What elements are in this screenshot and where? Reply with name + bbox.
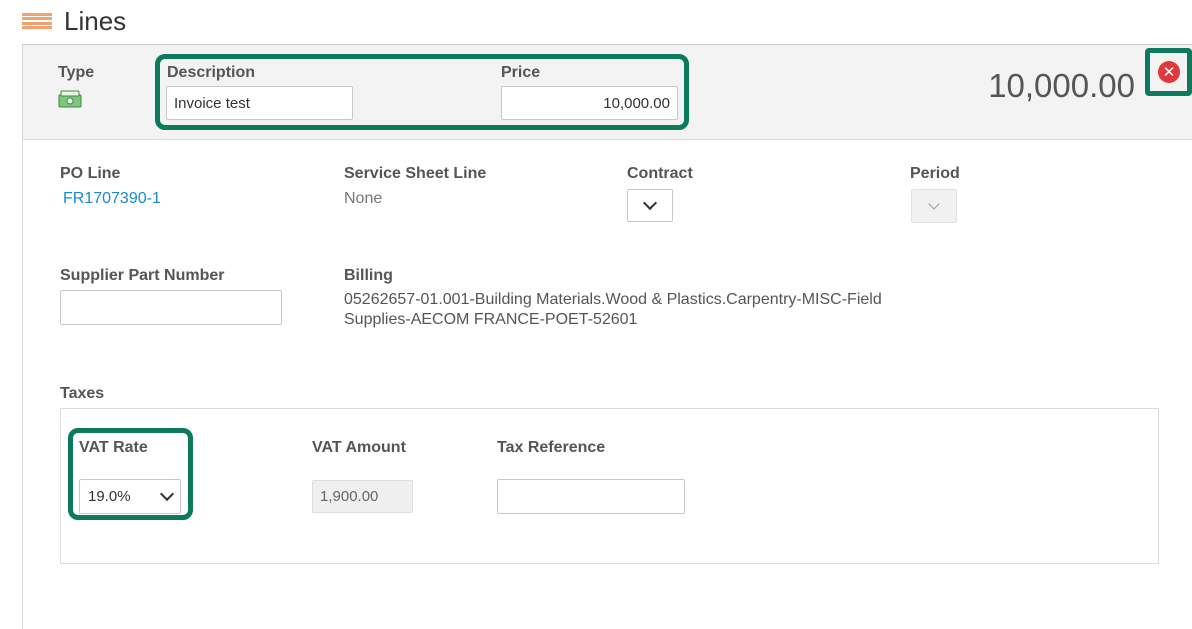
type-label: Type [58,64,95,81]
billing-label: Billing [344,267,393,284]
service-sheet-value: None [344,190,383,207]
billing-line-2: Supplies-AECOM FRANCE-POET-52601 [344,311,638,328]
lines-section-header: Lines [22,4,126,38]
highlight-remove-button [1145,48,1192,96]
supplier-part-label: Supplier Part Number [60,267,225,284]
chevron-down-icon [928,197,940,210]
section-title: Lines [64,5,127,36]
tax-reference-label: Tax Reference [497,439,606,456]
taxes-panel: VAT Rate 19.0% VAT Amount 1,900.00 Tax R… [60,408,1159,564]
po-line-link[interactable]: FR1707390-1 [63,190,161,208]
taxes-title: Taxes [60,385,105,402]
chevron-down-icon [642,195,658,211]
service-sheet-label: Service Sheet Line [344,165,487,182]
invoice-line-card: Type Description Invoice test Price 10,0… [22,44,1192,629]
highlight-description-price [155,54,689,130]
tax-reference-input[interactable] [497,479,685,514]
period-label: Period [910,165,960,182]
po-line-label: PO Line [60,165,121,182]
vat-amount-label: VAT Amount [312,439,406,456]
money-bill-icon [58,90,82,108]
highlight-vat-rate [68,428,193,520]
contract-select[interactable] [627,189,673,222]
lines-list-icon [22,13,52,29]
supplier-part-input[interactable] [60,290,282,325]
billing-line-1: 05262657-01.001-Building Materials.Wood … [344,291,882,308]
vat-amount-field: 1,900.00 [312,480,413,513]
line-total: 10,000.00 [988,67,1135,104]
period-select[interactable] [911,189,957,223]
contract-label: Contract [627,165,693,182]
